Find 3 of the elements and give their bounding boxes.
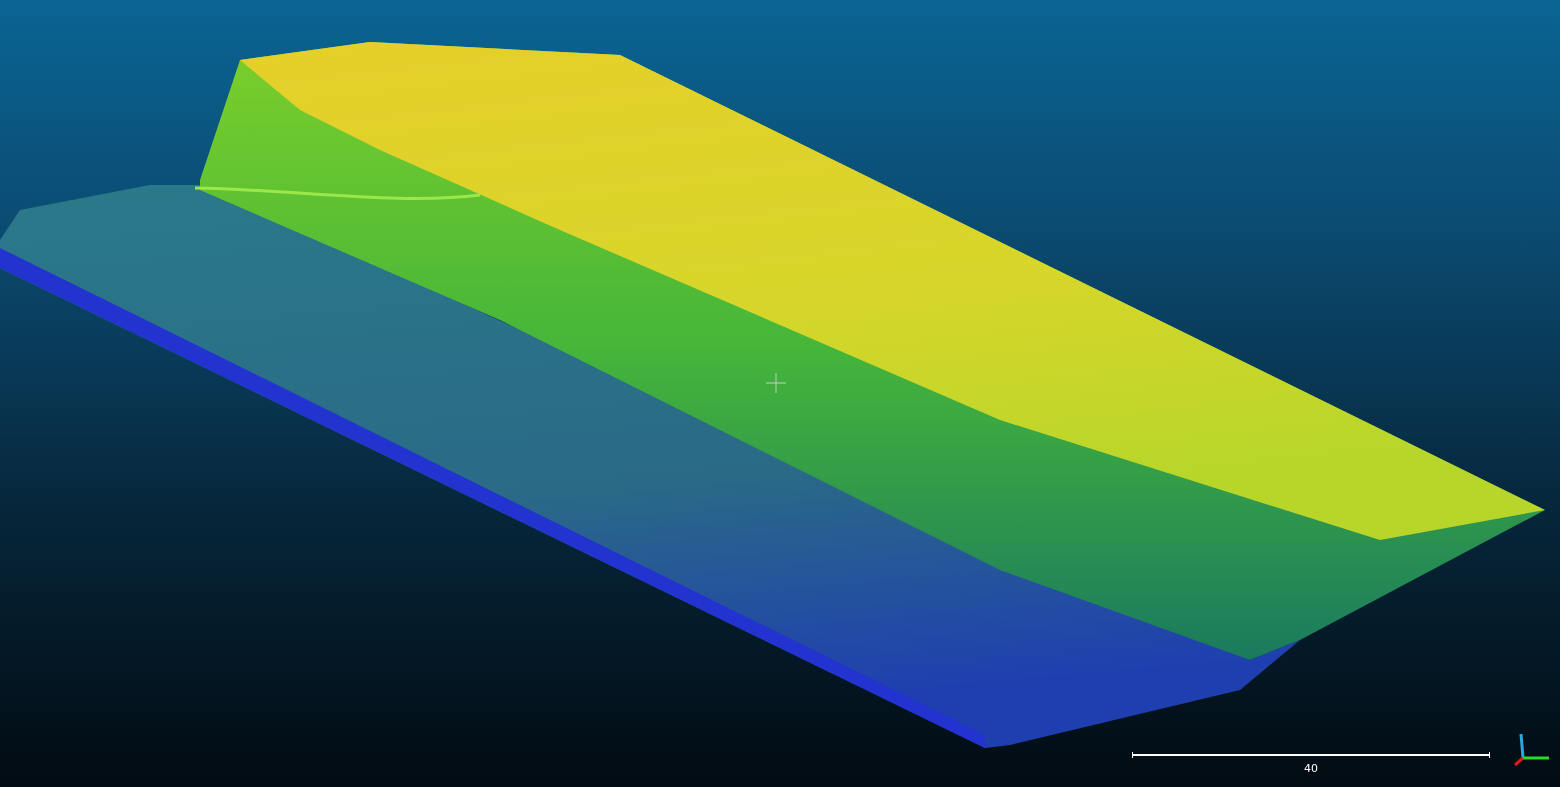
scale-label: 40 (1304, 762, 1318, 775)
crosshair-icon (765, 372, 787, 394)
axis-triad-icon (1512, 732, 1552, 768)
